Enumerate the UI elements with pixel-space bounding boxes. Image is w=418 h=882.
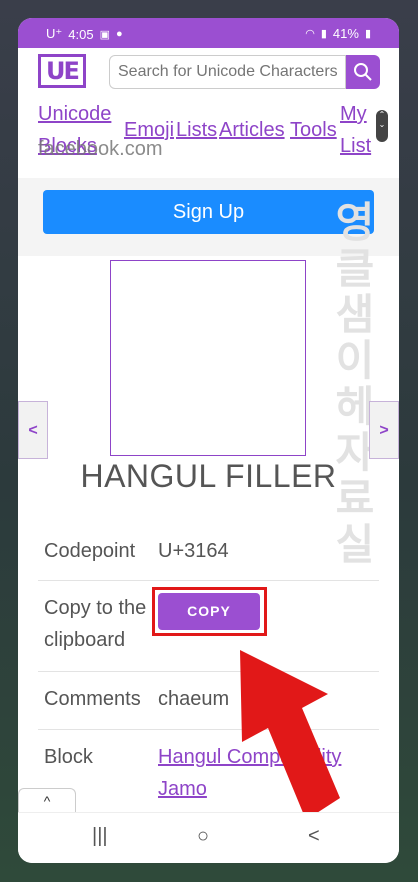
copy-label-line1: Copy to the <box>44 597 147 619</box>
red-arrow-icon <box>240 650 340 820</box>
battery-label: 41% <box>332 26 359 41</box>
chevron-up-icon: ^ <box>43 793 51 809</box>
block-link-line2[interactable]: Jamo <box>158 773 207 805</box>
search-input[interactable] <box>109 55 346 89</box>
image-icon: ▣ <box>99 28 110 41</box>
nav-list[interactable]: List <box>340 130 371 162</box>
android-nav-bar: ||| ○ < <box>18 812 399 863</box>
site-logo[interactable]: UE <box>38 54 86 88</box>
codepoint-label: Codepoint <box>44 540 136 562</box>
ad-source: facebook.com <box>38 138 163 160</box>
home-icon[interactable]: ○ <box>197 825 209 848</box>
carrier-label: U⁺ <box>46 26 63 41</box>
signal-icon: ▮ <box>320 28 327 40</box>
next-character-button[interactable]: > <box>369 401 399 459</box>
status-bar: U⁺ 4:05 ▣ ● ◠ ▮ 41% ▮ <box>18 18 399 48</box>
status-right: ◠ ▮ 41% ▮ <box>305 26 371 41</box>
message-icon: ● <box>115 28 123 40</box>
search-icon <box>354 63 372 81</box>
block-label: Block <box>44 746 93 768</box>
comments-label: Comments <box>44 688 141 710</box>
status-time: 4:05 <box>68 26 94 42</box>
wifi-icon: ◠ <box>305 28 315 40</box>
character-preview <box>110 260 306 456</box>
nav-tools[interactable]: Tools <box>290 114 337 146</box>
status-left: U⁺ 4:05 ▣ ● <box>46 26 123 42</box>
expand-tab[interactable]: ^ <box>18 788 76 812</box>
phone-screen: U⁺ 4:05 ▣ ● ◠ ▮ 41% ▮ UE Unicode Blocks … <box>18 18 399 863</box>
codepoint-value: U+3164 <box>158 540 229 562</box>
codepoint-row: Codepoint U+3164 <box>38 533 379 581</box>
signup-button[interactable]: Sign Up <box>43 190 374 234</box>
search-button[interactable] <box>346 55 380 89</box>
nav-lists[interactable]: Lists <box>176 114 217 146</box>
copy-button[interactable]: COPY <box>158 593 260 630</box>
back-icon[interactable]: < <box>308 825 320 848</box>
recents-icon[interactable]: ||| <box>92 825 108 848</box>
nav-unicode[interactable]: Unicode <box>38 98 111 130</box>
nav-articles[interactable]: Articles <box>219 114 285 146</box>
prev-character-button[interactable]: < <box>18 401 48 459</box>
character-name: HANGUL FILLER <box>80 458 337 494</box>
nav-my[interactable]: My <box>340 98 367 130</box>
battery-icon: ▮ <box>364 28 371 40</box>
scroll-handle[interactable]: ⌃ ⌄ <box>376 110 388 142</box>
copy-label-line2: clipboard <box>44 629 126 651</box>
background-watermark: 영클샘이헤자료실 <box>335 198 375 569</box>
